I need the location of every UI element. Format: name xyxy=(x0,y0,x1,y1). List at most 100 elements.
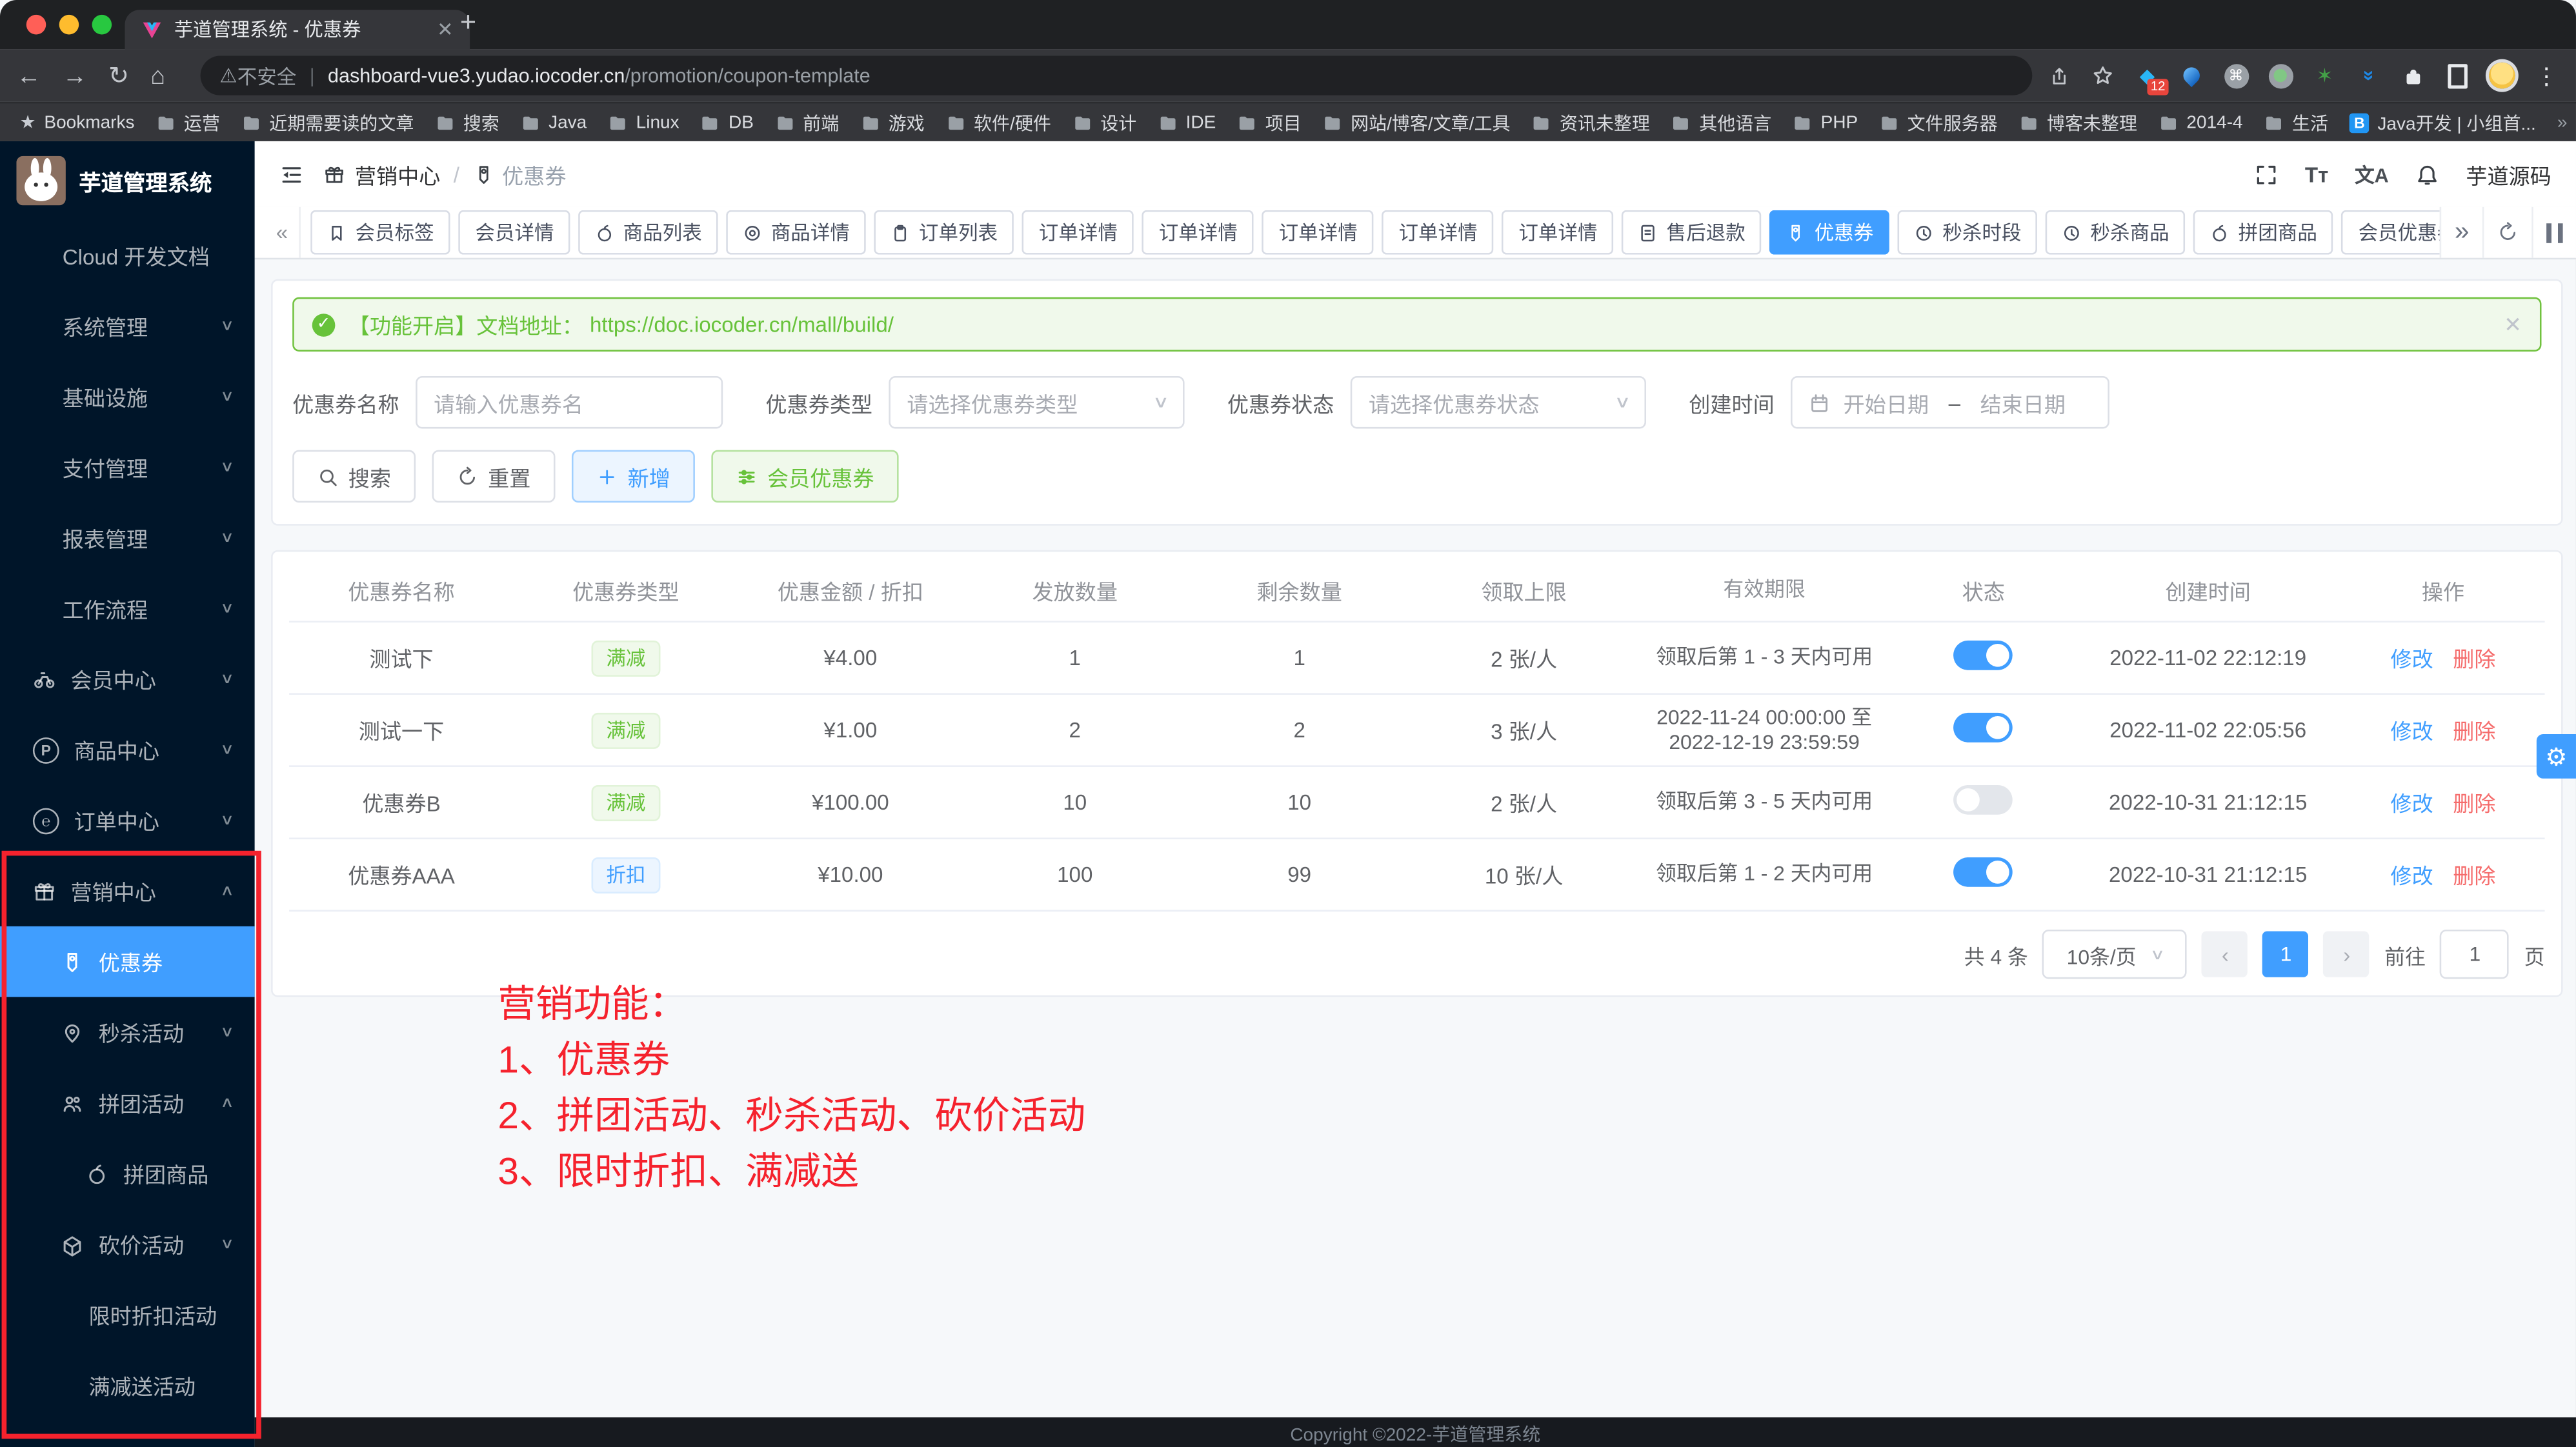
profile-avatar[interactable] xyxy=(2489,63,2515,89)
bookmark-folder[interactable]: 搜索 xyxy=(435,109,499,135)
tabs-layout-icon[interactable] xyxy=(2531,207,2576,258)
page-tab-会员优惠券[interactable]: 会员优惠券 xyxy=(2342,210,2440,255)
sidebar-item-拼团商品[interactable]: 拼团商品 xyxy=(0,1138,255,1208)
collapse-menu-icon[interactable] xyxy=(279,162,304,186)
page-tab-会员详情[interactable]: 会员详情 xyxy=(459,210,570,255)
extension-icon-star[interactable]: ✶ xyxy=(2311,63,2338,89)
browser-tab[interactable]: 芋道管理系统 - 优惠券 ✕ xyxy=(125,10,470,49)
sidebar-item-拼团活动[interactable]: 拼团活动∧ xyxy=(0,1068,255,1138)
locale-icon[interactable]: 文A xyxy=(2355,160,2389,188)
sidebar-item-限时折扣活动[interactable]: 限时折扣活动 xyxy=(0,1279,255,1350)
status-toggle[interactable] xyxy=(1954,641,2013,670)
username[interactable]: 芋道源码 xyxy=(2466,159,2551,190)
page-tab-秒杀时段[interactable]: 秒杀时段 xyxy=(1898,210,2038,255)
page-tab-会员标签[interactable]: 会员标签 xyxy=(311,210,450,255)
bookmark-folder[interactable]: Linux xyxy=(608,109,679,135)
notice-link[interactable]: https://doc.iocoder.cn/mall/build/ xyxy=(590,312,894,337)
zoom-window-button[interactable] xyxy=(92,15,112,35)
edit-link[interactable]: 修改 xyxy=(2390,647,2433,672)
sidebar-item-会员中心[interactable]: 会员中心∨ xyxy=(0,644,255,714)
bookmark-folder[interactable]: 网站/博客/文章/工具 xyxy=(1323,109,1511,135)
page-tab-订单列表[interactable]: 订单列表 xyxy=(874,210,1014,255)
bookmark-folder[interactable]: Java xyxy=(521,109,587,135)
delete-link[interactable]: 删除 xyxy=(2453,792,2495,816)
tabs-scroll-left-icon[interactable]: « xyxy=(265,207,301,258)
extensions-puzzle-icon[interactable] xyxy=(2400,63,2427,89)
bookmark-folder[interactable]: DB xyxy=(701,109,754,135)
delete-link[interactable]: 删除 xyxy=(2453,647,2495,672)
extension-icon-pin[interactable] xyxy=(2179,63,2205,89)
share-icon[interactable] xyxy=(2046,63,2072,89)
bookmark-folder[interactable]: 其他语言 xyxy=(1671,109,1771,135)
create-time-range-picker[interactable]: 开始日期 – 结束日期 xyxy=(1791,376,2109,428)
page-tab-订单详情[interactable]: 订单详情 xyxy=(1022,210,1134,255)
edit-link[interactable]: 修改 xyxy=(2390,719,2433,744)
page-tab-订单详情[interactable]: 订单详情 xyxy=(1142,210,1254,255)
bookmark-folder[interactable]: 软件/硬件 xyxy=(946,109,1051,135)
address-bar[interactable]: ⚠ 不安全 | dashboard-vue3.yudao.iocoder.cn/… xyxy=(200,56,2033,95)
bookmark-folder[interactable]: 2014-4 xyxy=(2158,109,2243,135)
extension-icon-diamond[interactable]: ◆12 xyxy=(2134,63,2160,89)
page-tab-订单详情[interactable]: 订单详情 xyxy=(1502,210,1614,255)
browser-menu-icon[interactable]: ⋮ xyxy=(2533,63,2560,89)
page-tab-售后退款[interactable]: 售后退款 xyxy=(1622,210,1762,255)
bookmark-site[interactable]: BJava开发 | 小组首... xyxy=(2350,109,2536,135)
status-toggle[interactable] xyxy=(1954,785,2013,815)
sidebar-item-工作流程[interactable]: 工作流程∨ xyxy=(0,574,255,644)
extension-icon-chevrons[interactable]: » xyxy=(2356,63,2382,89)
status-toggle[interactable] xyxy=(1954,857,2013,887)
member-coupon-button[interactable]: 会员优惠券 xyxy=(711,450,898,503)
sidebar-item-Cloud 开发文档[interactable]: Cloud 开发文档 xyxy=(0,220,255,290)
sidebar-item-报表管理[interactable]: 报表管理∨ xyxy=(0,503,255,573)
sidebar-item-秒杀活动[interactable]: 秒杀活动∨ xyxy=(0,997,255,1067)
sidebar-item-系统管理[interactable]: 系统管理∨ xyxy=(0,291,255,361)
coupon-name-input[interactable]: 请输入优惠券名 xyxy=(416,376,723,428)
current-page-button[interactable]: 1 xyxy=(2263,932,2309,977)
reload-icon[interactable]: ↻ xyxy=(108,61,129,90)
delete-link[interactable]: 删除 xyxy=(2453,719,2495,744)
bookmark-folder[interactable]: 设计 xyxy=(1072,109,1136,135)
bookmark-folder[interactable]: PHP xyxy=(1793,109,1858,135)
forward-icon[interactable]: → xyxy=(63,61,87,89)
sidebar-item-基础设施[interactable]: 基础设施∨ xyxy=(0,361,255,432)
page-tab-商品列表[interactable]: 商品列表 xyxy=(579,210,718,255)
font-size-icon[interactable]: Tᴛ xyxy=(2305,162,2328,186)
page-tab-拼团商品[interactable]: 拼团商品 xyxy=(2194,210,2333,255)
goto-page-input[interactable]: 1 xyxy=(2440,930,2510,979)
page-tab-优惠券[interactable]: 优惠券 xyxy=(1770,210,1890,255)
tabs-scroll-right-icon[interactable]: » xyxy=(2440,207,2482,258)
reset-button[interactable]: 重置 xyxy=(432,450,556,503)
extension-icon-record[interactable] xyxy=(2267,63,2293,89)
fullscreen-icon[interactable] xyxy=(2254,162,2279,186)
close-tab-icon[interactable]: ✕ xyxy=(437,18,454,41)
bookmark-folder[interactable]: 项目 xyxy=(1237,109,1301,135)
back-icon[interactable]: ← xyxy=(16,61,41,89)
minimize-window-button[interactable] xyxy=(59,15,79,35)
settings-gear-button[interactable]: ⚙ xyxy=(2537,734,2576,779)
bookmarks-overflow-icon[interactable]: » xyxy=(2557,112,2568,132)
coupon-type-select[interactable]: 请选择优惠券类型∨ xyxy=(889,376,1184,428)
search-button[interactable]: 搜索 xyxy=(292,450,416,503)
page-tab-商品详情[interactable]: 商品详情 xyxy=(727,210,866,255)
bookmark-folder[interactable]: 博客未整理 xyxy=(2019,109,2137,135)
sidebar-item-满减送活动[interactable]: 满减送活动 xyxy=(0,1350,255,1421)
bookmark-folder[interactable]: 近期需要读的文章 xyxy=(241,109,414,135)
edit-link[interactable]: 修改 xyxy=(2390,792,2433,816)
edit-link[interactable]: 修改 xyxy=(2390,864,2433,888)
bookmark-folder[interactable]: 运营 xyxy=(156,109,220,135)
app-logo[interactable]: 芋道管理系统 xyxy=(0,141,255,220)
delete-link[interactable]: 删除 xyxy=(2453,864,2495,888)
page-tab-订单详情[interactable]: 订单详情 xyxy=(1382,210,1494,255)
extension-icon-command[interactable]: ⌘ xyxy=(2223,63,2249,89)
breadcrumb-promotion[interactable]: 营销中心 xyxy=(355,159,440,190)
status-toggle[interactable] xyxy=(1954,713,2013,743)
side-panel-icon[interactable] xyxy=(2444,63,2471,89)
next-page-button[interactable]: › xyxy=(2324,932,2370,977)
coupon-status-select[interactable]: 请选择优惠券状态∨ xyxy=(1351,376,1646,428)
page-size-select[interactable]: 10条/页∨ xyxy=(2043,930,2188,979)
bookmark-folder[interactable]: 生活 xyxy=(2264,109,2328,135)
prev-page-button[interactable]: ‹ xyxy=(2202,932,2248,977)
bookmark-folder[interactable]: 前端 xyxy=(775,109,839,135)
notice-close-icon[interactable]: ✕ xyxy=(2504,311,2522,337)
sidebar-item-营销中心[interactable]: 营销中心∧ xyxy=(0,855,255,926)
